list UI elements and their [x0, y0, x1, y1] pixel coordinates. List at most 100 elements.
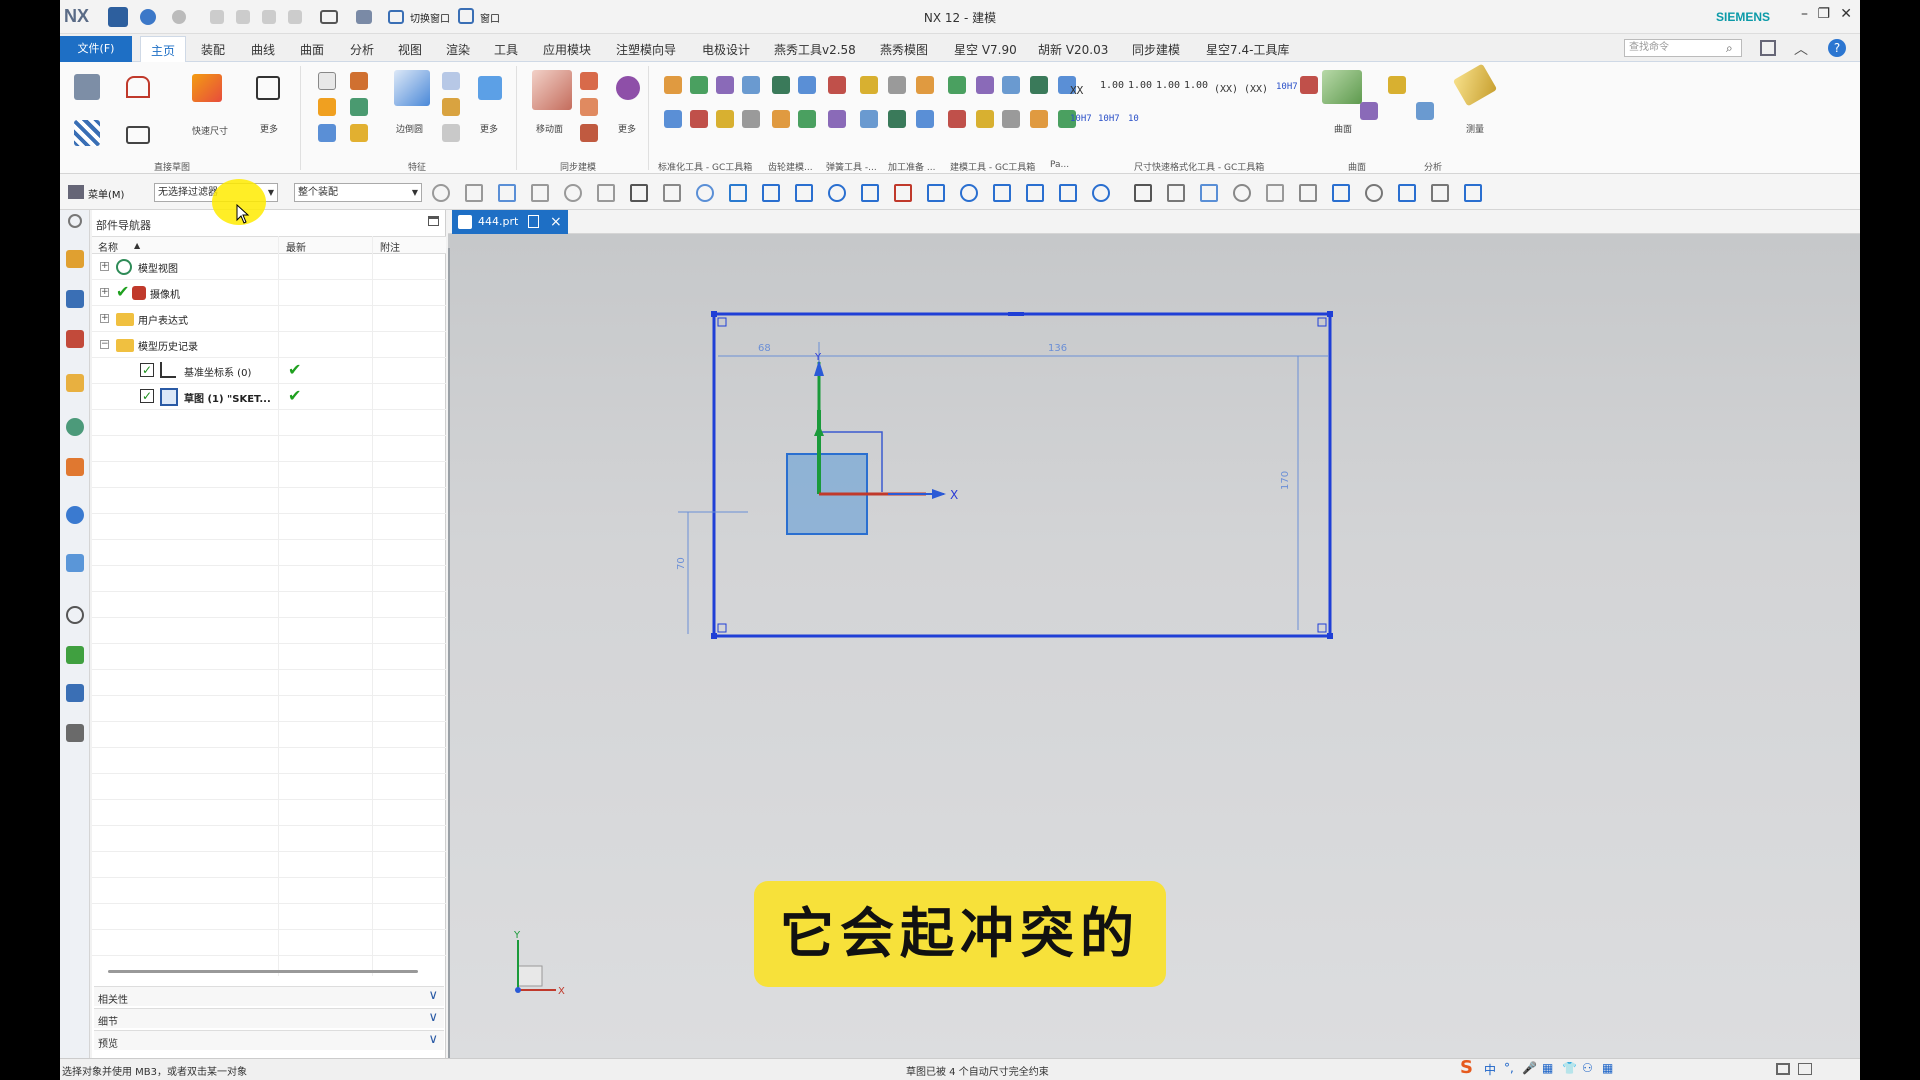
- corner-handle[interactable]: [1327, 633, 1333, 639]
- tab-curve[interactable]: 曲线: [251, 41, 275, 58]
- ribbon-tool-icon[interactable]: [860, 110, 878, 128]
- tab-sync-modeling[interactable]: 同步建模: [1132, 41, 1180, 58]
- tree-node-cameras[interactable]: + ✔ 摄像机: [92, 280, 446, 306]
- tab-yanxiu-drawing[interactable]: 燕秀模图: [880, 41, 928, 58]
- ime-menu-icon[interactable]: ▦: [1602, 1061, 1613, 1075]
- dim-format-1[interactable]: 1.00: [1100, 80, 1124, 91]
- dimension-right[interactable]: 170: [1280, 471, 1291, 490]
- ime-logo-icon[interactable]: S: [1460, 1057, 1473, 1078]
- horizontal-scrollbar[interactable]: [108, 970, 418, 973]
- corner-handle[interactable]: [711, 633, 717, 639]
- ribbon-tool-icon[interactable]: [1416, 102, 1434, 120]
- menu-icon[interactable]: [68, 185, 84, 199]
- collapse-icon[interactable]: −: [100, 340, 109, 349]
- role-icon[interactable]: [66, 554, 84, 572]
- search-icon[interactable]: ⌕: [1726, 41, 1733, 56]
- snap-tool-icon[interactable]: [1167, 184, 1185, 202]
- tab-render[interactable]: 渲染: [446, 41, 470, 58]
- close-tab-icon[interactable]: ×: [550, 210, 562, 234]
- process-studio-icon[interactable]: [66, 506, 84, 524]
- assembly-scope-dropdown[interactable]: 整个装配 ▼: [294, 183, 422, 202]
- ribbon-tool-icon[interactable]: [860, 76, 878, 94]
- snap-tool-icon[interactable]: [1332, 184, 1350, 202]
- ribbon-tool-icon[interactable]: [1002, 110, 1020, 128]
- web-browser-icon[interactable]: [66, 418, 84, 436]
- ribbon-tool-icon[interactable]: [1002, 76, 1020, 94]
- surface-icon[interactable]: [1322, 70, 1362, 104]
- history-palette-icon[interactable]: [66, 458, 84, 476]
- tab-xingkong-790[interactable]: 星空 V7.90: [954, 41, 1017, 58]
- column-latest[interactable]: 最新: [286, 239, 306, 254]
- quick-dimension-icon[interactable]: [192, 74, 222, 102]
- move-face-label[interactable]: 移动面: [536, 122, 563, 135]
- snap-tool-icon[interactable]: [531, 184, 549, 202]
- measure-icon[interactable]: [1452, 63, 1498, 107]
- snap-tool-icon[interactable]: [465, 184, 483, 202]
- more-sketch-icon[interactable]: [256, 76, 280, 100]
- more-sketch-label[interactable]: 更多: [260, 122, 278, 135]
- tab-surface[interactable]: 曲面: [300, 41, 324, 58]
- snap-tool-icon[interactable]: [1092, 184, 1110, 202]
- snap-tool-icon[interactable]: [630, 184, 648, 202]
- ribbon-tool-icon[interactable]: [742, 110, 760, 128]
- ribbon-tool-icon[interactable]: [916, 76, 934, 94]
- snap-tool-icon[interactable]: [498, 184, 516, 202]
- tree-node-sketch[interactable]: ✓ 草图 (1) "SKET... ✔: [92, 384, 446, 410]
- tab-home[interactable]: 主页: [140, 36, 187, 65]
- dim-format-xx-paren2[interactable]: (XX): [1244, 84, 1268, 95]
- tab-huxin[interactable]: 胡新 V20.03: [1038, 41, 1108, 58]
- ribbon-tool-icon[interactable]: [664, 76, 682, 94]
- help-icon[interactable]: ?: [1828, 39, 1846, 57]
- settings-icon[interactable]: [68, 214, 82, 228]
- profile-icon[interactable]: [126, 76, 150, 98]
- extrude-icon[interactable]: [318, 72, 336, 90]
- more-feature-icon[interactable]: [478, 76, 502, 100]
- ribbon-tool-icon[interactable]: [716, 76, 734, 94]
- finish-sketch-icon[interactable]: [74, 120, 100, 146]
- snap-tool-icon[interactable]: [597, 184, 615, 202]
- move-face-icon[interactable]: [532, 70, 572, 110]
- window-layout-icon[interactable]: [1760, 40, 1776, 56]
- corner-handle[interactable]: [1327, 311, 1333, 317]
- ribbon-tool-icon[interactable]: [828, 76, 846, 94]
- surface-label[interactable]: 曲面: [1334, 122, 1352, 135]
- ribbon-tool-icon[interactable]: [828, 110, 846, 128]
- file-menu-button[interactable]: 文件(F): [60, 36, 132, 62]
- snap-tool-icon[interactable]: [1134, 184, 1152, 202]
- dim-format-10h7-a[interactable]: 10H7: [1276, 82, 1298, 92]
- part-navigator-icon[interactable]: [66, 250, 84, 268]
- ime-voice-icon[interactable]: 🎤: [1522, 1061, 1537, 1075]
- ribbon-tool-icon[interactable]: [976, 76, 994, 94]
- column-comment[interactable]: 附注: [380, 239, 400, 254]
- snap-tool-icon[interactable]: [861, 184, 879, 202]
- snap-tool-icon[interactable]: [795, 184, 813, 202]
- tab-view[interactable]: 视图: [398, 41, 422, 58]
- mold-tools-icon[interactable]: [66, 724, 84, 742]
- ime-skin-icon[interactable]: 👕: [1562, 1061, 1577, 1075]
- history-icon[interactable]: [66, 606, 84, 624]
- panel-dependencies[interactable]: 相关性 ∨: [94, 986, 444, 1006]
- ime-keyboard-icon[interactable]: ▦: [1542, 1061, 1553, 1075]
- minimize-button[interactable]: –: [1801, 6, 1808, 22]
- snap-tool-icon[interactable]: [696, 184, 714, 202]
- more-sync-icon[interactable]: [616, 76, 640, 100]
- replace-face-icon[interactable]: [580, 124, 598, 142]
- snap-tool-icon[interactable]: [828, 184, 846, 202]
- snap-tool-icon[interactable]: [432, 184, 450, 202]
- dimension-top[interactable]: 136: [1048, 343, 1067, 354]
- sort-ascending-icon[interactable]: ▲: [134, 241, 140, 250]
- snap-tool-icon[interactable]: [993, 184, 1011, 202]
- dim-format-10h7-b[interactable]: 10H7: [1070, 114, 1092, 124]
- snap-tool-icon[interactable]: [1200, 184, 1218, 202]
- reuse-library-icon[interactable]: [66, 684, 84, 702]
- snap-tool-icon[interactable]: [1266, 184, 1284, 202]
- maximize-icon[interactable]: [428, 216, 439, 226]
- more-feature-label[interactable]: 更多: [480, 122, 498, 135]
- measure-label[interactable]: 测量: [1466, 122, 1484, 135]
- dim-format-3[interactable]: 1.00: [1156, 80, 1180, 91]
- snap-tool-icon[interactable]: [960, 184, 978, 202]
- ime-chinese-mode[interactable]: 中: [1484, 1061, 1496, 1078]
- chamfer-icon[interactable]: [442, 98, 460, 116]
- edge-blend-icon[interactable]: [394, 70, 430, 106]
- dim-format-4[interactable]: 1.00: [1184, 80, 1208, 91]
